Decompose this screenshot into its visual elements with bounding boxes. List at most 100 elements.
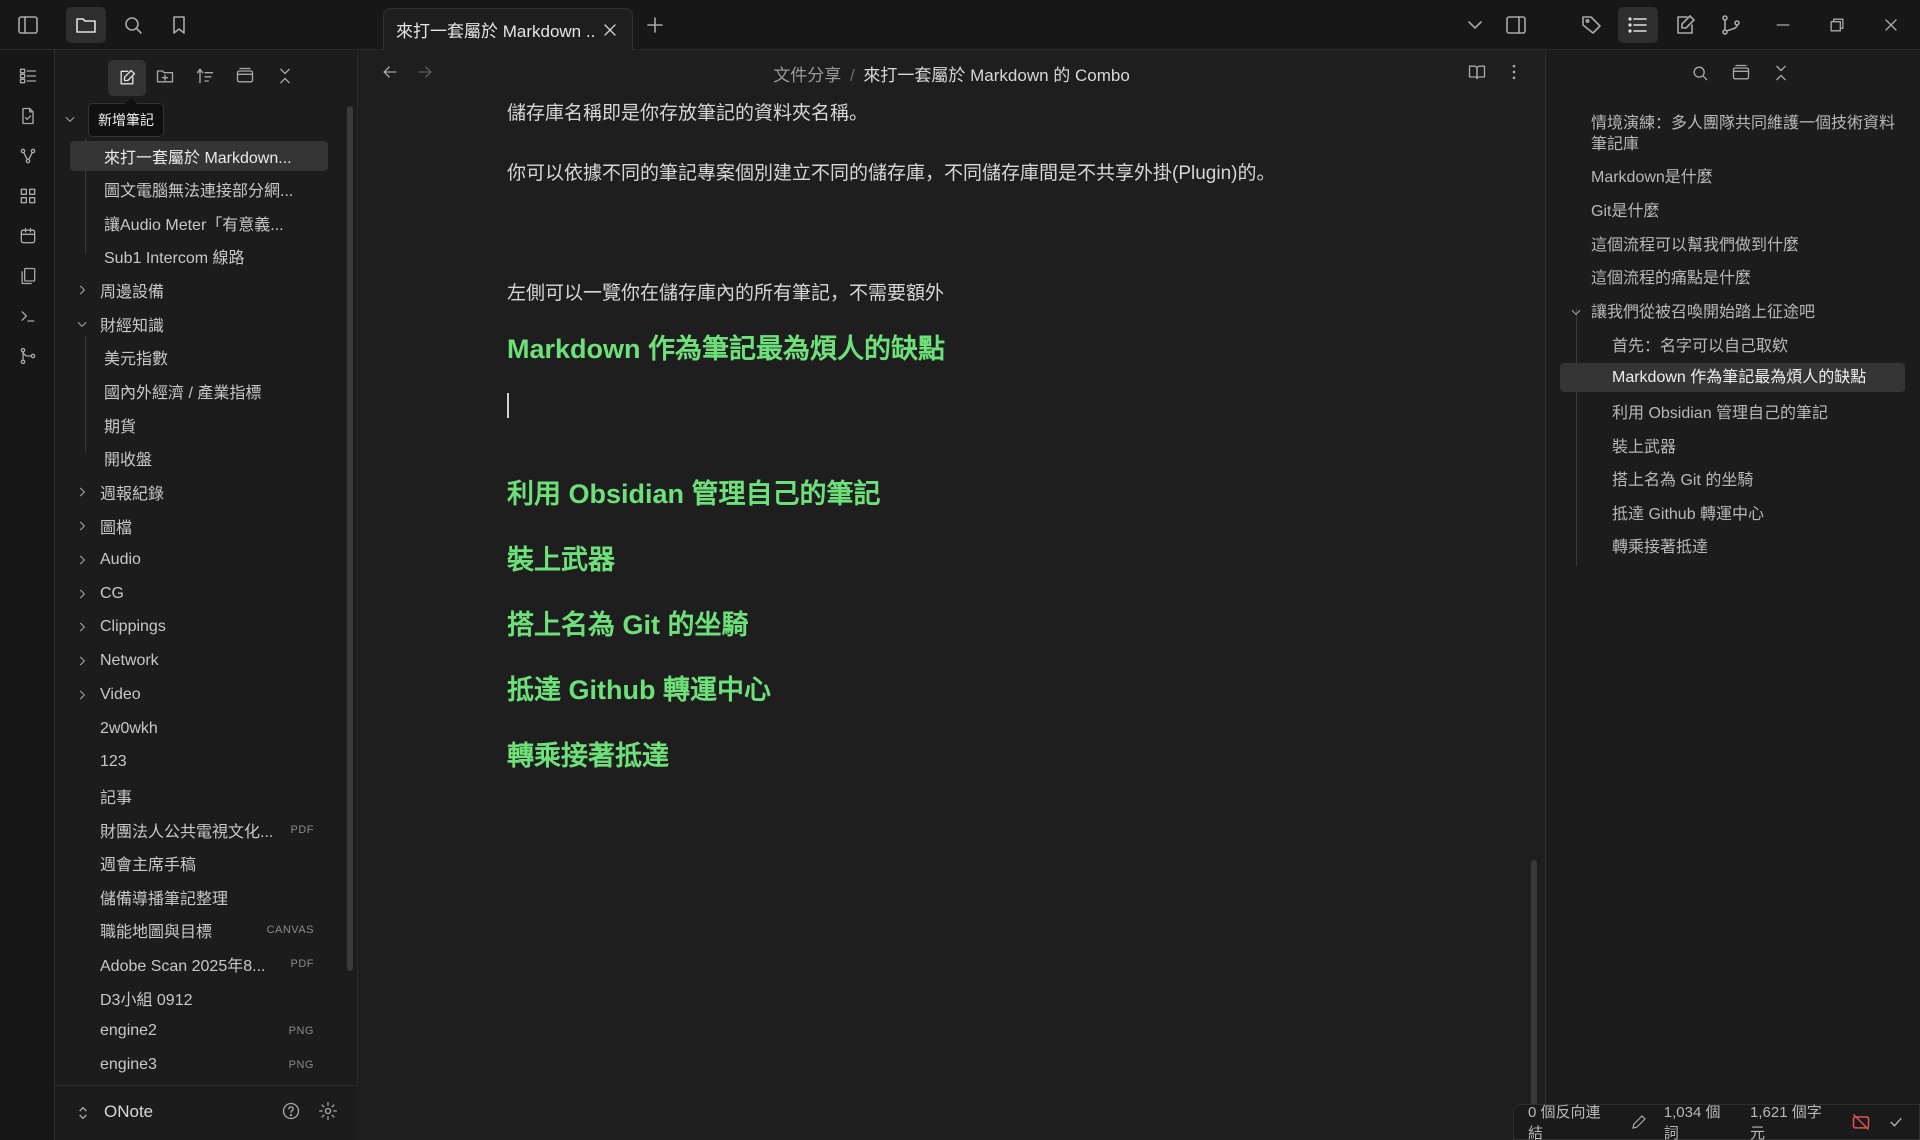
random-note-icon[interactable] <box>14 102 42 130</box>
outline-item[interactable]: Git是什麼 <box>1591 201 1659 222</box>
paragraph[interactable]: 左側可以一覽你在儲存庫內的所有筆記，不需要額外 <box>507 278 944 305</box>
terminal-icon[interactable] <box>14 302 42 330</box>
chevron-right-icon <box>75 485 89 499</box>
outline-item[interactable]: 這個流程可以幫我們做到什麼 <box>1591 235 1799 256</box>
vault-name[interactable]: ONote <box>104 1102 153 1122</box>
auto-reveal-icon[interactable] <box>235 66 255 86</box>
file-item[interactable]: 國內外經濟 / 產業指標 <box>70 376 328 406</box>
file-item[interactable]: 週會主席手稿 <box>55 848 328 878</box>
breadcrumb-note-title[interactable]: 來打一套屬於 Markdown 的 Combo <box>863 66 1129 85</box>
backlinks-count[interactable]: 0 個反向連結 <box>1528 1101 1614 1140</box>
outline-item[interactable]: 轉乘接著抵達 <box>1612 537 1708 558</box>
new-note-button[interactable] <box>108 60 146 96</box>
search-icon[interactable] <box>113 7 153 43</box>
outline-item[interactable]: 情境演練：多人團隊共同維護一個技術資料筆記庫 <box>1591 113 1896 155</box>
sync-error-icon[interactable] <box>1851 1112 1871 1132</box>
file-item[interactable]: 圖文電腦無法連接部分網... <box>70 174 328 204</box>
heading[interactable]: 利用 Obsidian 管理自己的筆記 <box>507 472 881 511</box>
heading[interactable]: 轉乘接著抵達 <box>507 734 669 773</box>
file-item[interactable]: 期貨 <box>70 410 328 440</box>
files-icon[interactable] <box>66 7 106 43</box>
calendar-icon[interactable] <box>14 222 42 250</box>
paragraph[interactable]: 儲存庫名稱即是你存放筆記的資料夾名稱。 <box>507 98 868 125</box>
tags-icon[interactable] <box>1572 7 1612 43</box>
new-tab-icon[interactable] <box>635 7 675 43</box>
heading[interactable]: 裝上武器 <box>507 538 615 577</box>
reading-view-icon[interactable] <box>1467 62 1487 82</box>
new-folder-icon[interactable] <box>155 66 175 86</box>
close-tab-icon[interactable] <box>600 20 620 40</box>
close-window-icon[interactable] <box>1871 7 1911 43</box>
heading[interactable]: 搭上名為 Git 的坐騎 <box>507 603 749 642</box>
file-item[interactable]: D3小組 0912 <box>55 983 328 1013</box>
help-icon[interactable] <box>281 1101 301 1121</box>
folder-item[interactable]: 圖檔 <box>55 511 328 541</box>
outline-item[interactable]: 首先：名字可以自己取欸 <box>1612 336 1788 357</box>
toggle-left-sidebar-icon[interactable] <box>8 7 48 43</box>
outline-item[interactable]: 搭上名為 Git 的坐騎 <box>1612 470 1753 491</box>
outline-item[interactable]: 這個流程的痛點是什麼 <box>1591 268 1751 289</box>
file-item[interactable]: engine2 PNG <box>55 1016 328 1046</box>
file-item[interactable]: 職能地圖與目標 CANVAS <box>55 915 328 945</box>
sort-icon[interactable] <box>195 66 215 86</box>
restore-window-icon[interactable] <box>1817 7 1857 43</box>
outline-icon[interactable] <box>1618 7 1658 43</box>
folder-item[interactable]: Network <box>55 646 328 676</box>
file-item[interactable]: engine3 PNG <box>55 1050 328 1080</box>
settings-gear-icon[interactable] <box>318 1101 338 1121</box>
bookmark-icon[interactable] <box>159 7 199 43</box>
outline-item[interactable]: 利用 Obsidian 管理自己的筆記 <box>1612 403 1828 424</box>
outline-item[interactable]: Markdown是什麼 <box>1591 167 1713 188</box>
folder-item[interactable]: 周邊設備 <box>55 275 328 305</box>
outline-item[interactable]: 抵達 Github 轉運中心 <box>1612 504 1764 525</box>
chevron-down-icon[interactable] <box>1569 305 1583 319</box>
folder-item[interactable]: Clippings <box>55 612 328 642</box>
vault-switch-icon[interactable] <box>75 1105 91 1121</box>
outline-auto-scroll-icon[interactable] <box>1731 63 1751 83</box>
folder-item[interactable]: CG <box>55 579 328 609</box>
git-icon[interactable] <box>1711 7 1751 43</box>
checkmark-icon[interactable] <box>1887 1113 1905 1131</box>
outline-search-icon[interactable] <box>1690 63 1710 83</box>
file-item[interactable]: 開收盤 <box>70 443 328 473</box>
paragraph[interactable]: 你可以依據不同的筆記專案個別建立不同的儲存庫，不同儲存庫間是不共享外掛(Plug… <box>507 158 1275 185</box>
file-item[interactable]: 記事 <box>55 781 328 811</box>
templates-icon[interactable] <box>14 262 42 290</box>
more-options-icon[interactable] <box>1504 62 1524 82</box>
file-item[interactable]: 123 <box>55 747 328 777</box>
chevron-down-icon[interactable] <box>63 112 77 126</box>
outline-item[interactable]: 讓我們從被召喚開始踏上征途吧 <box>1591 302 1815 323</box>
file-item[interactable]: 美元指數 <box>70 342 328 372</box>
file-item[interactable]: 財團法人公共電視文化... PDF <box>55 815 328 845</box>
heading[interactable]: Markdown 作為筆記最為煩人的缺點 <box>507 327 945 366</box>
outline-item-active[interactable]: Markdown 作為筆記最為煩人的缺點 <box>1560 363 1905 392</box>
file-label: Adobe Scan 2025年8... <box>100 958 266 975</box>
outline-collapse-icon[interactable] <box>1771 63 1791 83</box>
folder-item[interactable]: Audio <box>55 545 328 575</box>
folder-item[interactable]: 財經知識 <box>55 309 328 339</box>
git-branch-icon[interactable] <box>14 342 42 370</box>
edit-mode-pencil-icon[interactable] <box>1630 1113 1648 1131</box>
file-item[interactable]: 2w0wkh <box>55 714 328 744</box>
file-item[interactable]: 來打一套屬於 Markdown... <box>70 141 328 171</box>
minimize-icon[interactable] <box>1763 7 1803 43</box>
tab-active-note[interactable]: 來打一套屬於 Markdown ... <box>383 8 633 50</box>
toggle-right-sidebar-icon[interactable] <box>1496 7 1536 43</box>
scrollbar[interactable] <box>1531 860 1537 1135</box>
canvas-icon[interactable] <box>14 182 42 210</box>
folder-item[interactable]: Video <box>55 680 328 710</box>
tab-list-chevron-down-icon[interactable] <box>1455 7 1495 43</box>
collapse-all-icon[interactable] <box>275 66 295 86</box>
breadcrumb-folder[interactable]: 文件分享 <box>773 66 841 85</box>
folder-item[interactable]: 週報紀錄 <box>55 477 328 507</box>
file-item[interactable]: 儲備導播筆記整理 <box>55 882 328 912</box>
edit-note-icon[interactable] <box>1665 7 1705 43</box>
heading[interactable]: 抵達 Github 轉運中心 <box>507 668 771 707</box>
dashboard-icon[interactable] <box>14 62 42 90</box>
graph-view-icon[interactable] <box>14 142 42 170</box>
file-item[interactable]: Adobe Scan 2025年8... PDF <box>55 949 328 979</box>
file-item[interactable]: Sub1 Intercom 線路 <box>70 241 328 271</box>
scrollbar[interactable] <box>347 106 353 971</box>
file-item[interactable]: 讓Audio Meter「有意義... <box>70 208 328 238</box>
outline-item[interactable]: 裝上武器 <box>1612 437 1676 458</box>
